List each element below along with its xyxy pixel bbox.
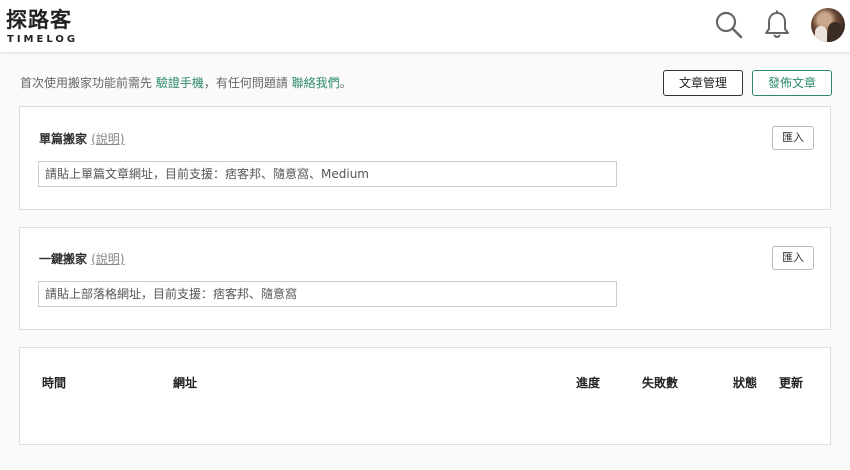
- column-header-status: 狀態: [733, 376, 758, 390]
- notice-prefix: 首次使用搬家功能前需先: [20, 76, 156, 90]
- user-avatar[interactable]: [811, 8, 845, 42]
- verify-phone-link[interactable]: 驗證手機: [156, 76, 204, 90]
- logo-main-text: 探路客: [6, 8, 72, 32]
- bulk-move-title-text: 一鍵搬家: [39, 252, 88, 266]
- column-header-fail-count: 失敗數: [642, 376, 679, 390]
- single-move-card: 單篇搬家 (說明) 匯入: [19, 106, 831, 210]
- single-move-title-text: 單篇搬家: [39, 132, 88, 146]
- single-move-title: 單篇搬家 (說明): [39, 130, 125, 147]
- bell-icon[interactable]: [761, 9, 793, 41]
- notice-suffix: 。: [339, 76, 352, 90]
- history-table: 時間 網址 進度 失敗數 狀態 更新: [19, 347, 831, 445]
- bulk-url-input[interactable]: [38, 281, 617, 307]
- logo[interactable]: 探路客 TIMELOG: [6, 8, 86, 48]
- bulk-import-button[interactable]: 匯入: [772, 246, 814, 270]
- bulk-move-explain-link[interactable]: (說明): [91, 252, 124, 266]
- logo-sub-text: TIMELOG: [7, 34, 79, 45]
- bulk-move-card: 一鍵搬家 (說明) 匯入: [19, 227, 831, 330]
- column-header-progress: 進度: [576, 376, 601, 390]
- bulk-move-title: 一鍵搬家 (說明): [39, 250, 125, 267]
- column-header-time: 時間: [42, 376, 67, 390]
- single-move-explain-link[interactable]: (說明): [91, 132, 124, 146]
- notice-middle: ，有任何問題請: [203, 76, 292, 90]
- column-header-url: 網址: [173, 376, 198, 390]
- contact-us-link[interactable]: 聯絡我們: [292, 76, 340, 90]
- article-manage-button[interactable]: 文章管理: [663, 70, 743, 96]
- single-import-button[interactable]: 匯入: [772, 126, 814, 150]
- publish-article-button[interactable]: 發佈文章: [752, 70, 832, 96]
- notice-text: 首次使用搬家功能前需先 驗證手機，有任何問題請 聯絡我們。: [20, 74, 352, 91]
- column-header-update: 更新: [779, 376, 804, 390]
- single-url-input[interactable]: [38, 161, 617, 187]
- top-header: 探路客 TIMELOG: [0, 0, 850, 53]
- search-icon[interactable]: [713, 9, 745, 41]
